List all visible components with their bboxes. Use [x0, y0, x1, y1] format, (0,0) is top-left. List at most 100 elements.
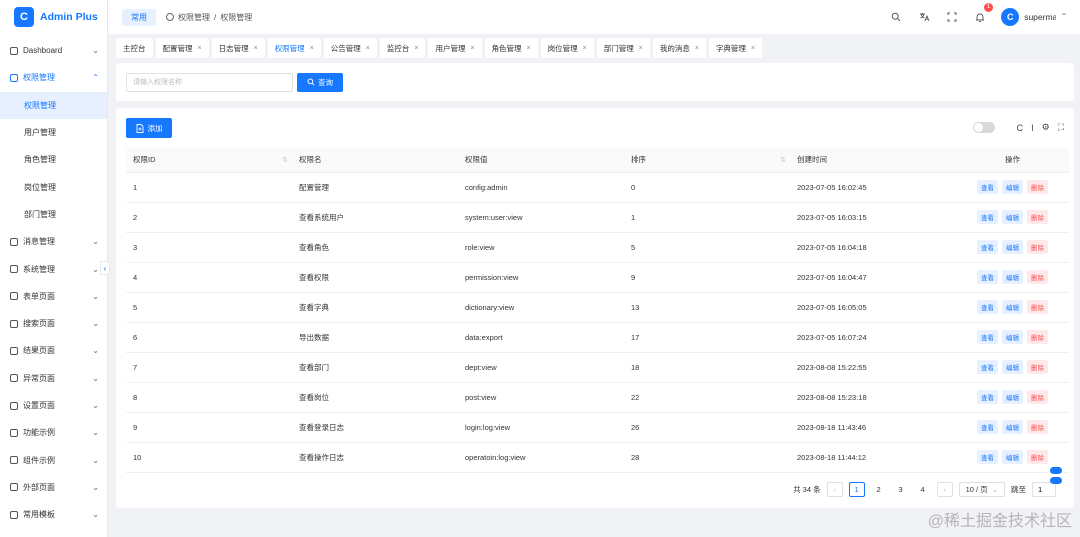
delete-button[interactable]: 删除	[1027, 420, 1048, 434]
edit-button[interactable]: 编辑	[1002, 390, 1023, 404]
view-button[interactable]: 查看	[977, 390, 998, 404]
close-icon[interactable]: ×	[470, 45, 474, 52]
delete-button[interactable]: 删除	[1027, 180, 1048, 194]
add-button[interactable]: 添加	[126, 118, 172, 138]
tab[interactable]: 权限管理 ×	[267, 38, 321, 58]
view-button[interactable]: 查看	[977, 300, 998, 314]
sidebar-item[interactable]: 用户管理	[0, 119, 107, 146]
column-settings-icon[interactable]: ⚙	[1042, 122, 1050, 133]
sidebar-item[interactable]: 功能示例 ⌄	[0, 419, 107, 446]
close-icon[interactable]: ×	[583, 45, 587, 52]
view-button[interactable]: 查看	[977, 270, 998, 284]
view-button[interactable]: 查看	[977, 420, 998, 434]
close-icon[interactable]: ×	[254, 45, 258, 52]
edit-button[interactable]: 编辑	[1002, 180, 1023, 194]
delete-button[interactable]: 删除	[1027, 390, 1048, 404]
striped-toggle[interactable]	[972, 122, 995, 133]
view-button[interactable]: 查看	[977, 450, 998, 464]
close-icon[interactable]: ×	[414, 45, 418, 52]
close-icon[interactable]: ×	[751, 45, 755, 52]
edit-button[interactable]: 编辑	[1002, 360, 1023, 374]
sidebar-item[interactable]: 设置页面 ⌄	[0, 392, 107, 419]
tabs-more-button[interactable]: ⌄	[1056, 4, 1072, 20]
edit-button[interactable]: 编辑	[1002, 270, 1023, 284]
tab[interactable]: 部门管理 ×	[596, 38, 650, 58]
sidebar-item[interactable]: 消息管理 ⌄	[0, 228, 107, 255]
edit-button[interactable]: 编辑	[1002, 450, 1023, 464]
user-menu[interactable]: C superman	[1001, 8, 1062, 26]
theme-float-button[interactable]	[1050, 477, 1062, 484]
delete-button[interactable]: 删除	[1027, 360, 1048, 374]
tab[interactable]: 字典管理 ×	[708, 38, 763, 58]
close-icon[interactable]: ×	[639, 45, 643, 52]
translate-icon[interactable]	[917, 10, 931, 24]
close-icon[interactable]: ×	[366, 45, 370, 52]
view-button[interactable]: 查看	[977, 240, 998, 254]
view-button[interactable]: 查看	[977, 360, 998, 374]
sidebar-item[interactable]: 角色管理	[0, 146, 107, 173]
tab[interactable]: 主控台	[116, 38, 153, 58]
delete-button[interactable]: 删除	[1027, 450, 1048, 464]
bell-icon[interactable]: 1	[973, 3, 994, 24]
sidebar-collapse-button[interactable]: ‹	[100, 261, 110, 275]
app-logo[interactable]: C Admin Plus	[0, 0, 107, 34]
sidebar-item[interactable]: 岗位管理	[0, 173, 107, 200]
edit-button[interactable]: 编辑	[1002, 240, 1023, 254]
column-header-sort[interactable]: 排序 ⇅	[624, 148, 790, 173]
delete-button[interactable]: 删除	[1027, 270, 1048, 284]
delete-button[interactable]: 删除	[1027, 240, 1048, 254]
column-header-id[interactable]: 权限ID ⇅	[126, 148, 292, 173]
breadcrumb-item[interactable]: 权限管理	[178, 12, 210, 23]
home-pill[interactable]: 常用	[122, 8, 156, 26]
sidebar-item[interactable]: 常用模板 ⌄	[0, 501, 107, 528]
sidebar-item[interactable]: 外部页面 ⌄	[0, 474, 107, 501]
page-number[interactable]: 3	[893, 482, 909, 497]
close-icon[interactable]: ×	[310, 45, 314, 52]
edit-button[interactable]: 编辑	[1002, 420, 1023, 434]
close-icon[interactable]: ×	[527, 45, 531, 52]
view-button[interactable]: 查看	[977, 210, 998, 224]
tab[interactable]: 日志管理 ×	[211, 38, 265, 58]
tab[interactable]: 我的消息 ×	[652, 38, 706, 58]
sidebar-item[interactable]: 权限管理 ⌃	[0, 64, 107, 91]
settings-float-button[interactable]	[1050, 467, 1062, 474]
prev-page-button[interactable]: ‹	[826, 482, 843, 497]
tab[interactable]: 配置管理 ×	[155, 38, 209, 58]
close-icon[interactable]: ×	[695, 45, 699, 52]
tab[interactable]: 用户管理 ×	[428, 38, 482, 58]
search-icon[interactable]	[889, 10, 903, 24]
view-button[interactable]: 查看	[977, 330, 998, 344]
page-number[interactable]: 2	[871, 482, 887, 497]
sidebar-item[interactable]: 权限管理	[0, 91, 107, 119]
page-number[interactable]: 1	[848, 482, 865, 497]
sidebar-item[interactable]: 组件示例 ⌄	[0, 446, 107, 473]
edit-button[interactable]: 编辑	[1002, 210, 1023, 224]
page-size-select[interactable]: 10 / 页 ⌄	[958, 482, 1005, 497]
close-icon[interactable]: ×	[198, 45, 202, 52]
sidebar-item[interactable]: 结果页面 ⌄	[0, 337, 107, 364]
sidebar-item[interactable]: 表单页面 ⌄	[0, 283, 107, 310]
view-button[interactable]: 查看	[977, 180, 998, 194]
fullscreen-icon[interactable]	[945, 10, 959, 24]
sidebar-item[interactable]: 搜索页面 ⌄	[0, 310, 107, 337]
tab[interactable]: 监控台 ×	[379, 38, 426, 58]
search-input[interactable]	[126, 72, 293, 92]
sidebar-item[interactable]: 部门管理	[0, 201, 107, 228]
column-height-icon[interactable]: I	[1031, 123, 1034, 133]
tab[interactable]: 岗位管理 ×	[540, 38, 594, 58]
delete-button[interactable]: 删除	[1027, 330, 1048, 344]
edit-button[interactable]: 编辑	[1002, 300, 1023, 314]
fullscreen-icon[interactable]: ⛶	[1058, 122, 1064, 133]
search-button[interactable]: 查询	[297, 72, 343, 92]
page-number[interactable]: 4	[915, 482, 931, 497]
sidebar-item[interactable]: 异常页面 ⌄	[0, 365, 107, 392]
refresh-icon[interactable]: C	[1017, 123, 1024, 133]
sidebar-item[interactable]: Dashboard ⌄	[0, 37, 107, 64]
sidebar-item[interactable]: 系统管理 ⌄	[0, 255, 107, 282]
tab[interactable]: 公告管理 ×	[323, 38, 377, 58]
tab[interactable]: 角色管理 ×	[484, 38, 538, 58]
jump-input[interactable]	[1032, 482, 1056, 497]
delete-button[interactable]: 删除	[1027, 210, 1048, 224]
edit-button[interactable]: 编辑	[1002, 330, 1023, 344]
delete-button[interactable]: 删除	[1027, 300, 1048, 314]
